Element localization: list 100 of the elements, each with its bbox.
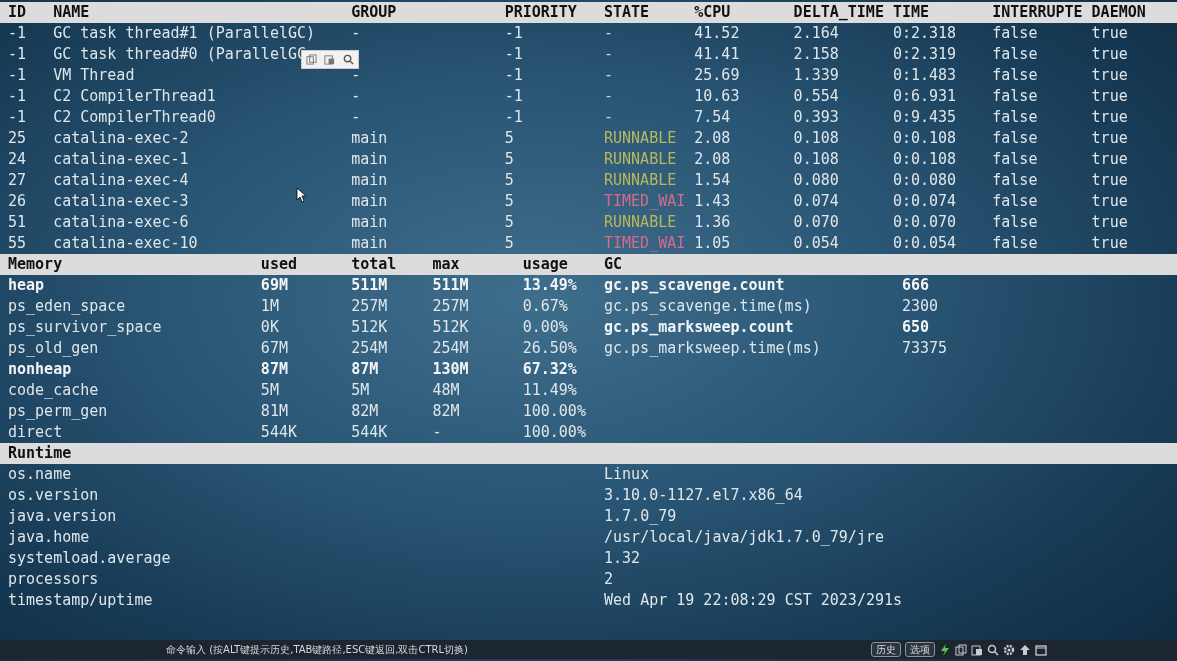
table-cell: 257M bbox=[432, 296, 469, 317]
table-cell: 0.074 bbox=[793, 191, 839, 212]
search-icon[interactable] bbox=[987, 643, 999, 656]
table-cell: 5M bbox=[351, 380, 370, 401]
table-cell: os.version bbox=[8, 485, 99, 506]
table-cell: false bbox=[992, 170, 1038, 191]
table-cell: 0.554 bbox=[793, 86, 839, 107]
table-cell: true bbox=[1091, 212, 1128, 233]
table-cell: systemload.average bbox=[8, 548, 171, 569]
table-cell: -1 bbox=[8, 65, 27, 86]
table-cell: - bbox=[351, 107, 361, 128]
table-cell: - bbox=[351, 23, 361, 44]
table-cell: 5 bbox=[504, 233, 514, 254]
window-icon[interactable] bbox=[1035, 643, 1047, 656]
table-cell: GC task thread#1 (ParallelGC) bbox=[53, 23, 316, 44]
column-header: PRIORITY bbox=[504, 2, 578, 23]
toolbar-button[interactable]: 历史 bbox=[871, 642, 901, 657]
table-cell: gc.ps_marksweep.time(ms) bbox=[604, 338, 821, 359]
table-cell: true bbox=[1091, 149, 1128, 170]
column-header: GROUP bbox=[351, 2, 398, 23]
table-cell: true bbox=[1091, 107, 1128, 128]
table-cell: true bbox=[1091, 65, 1128, 86]
table-cell: 0:1.483 bbox=[892, 65, 957, 86]
table-cell: 11.49% bbox=[522, 380, 577, 401]
table-cell: true bbox=[1091, 86, 1128, 107]
table-cell: false bbox=[992, 44, 1038, 65]
table-cell: catalina-exec-3 bbox=[53, 191, 189, 212]
table-cell: 26.50% bbox=[522, 338, 577, 359]
toolbar-button[interactable]: 选项 bbox=[905, 642, 935, 657]
table-cell: 81M bbox=[260, 401, 288, 422]
command-hint: 命令输入 (按ALT键提示历史,TAB键路径,ESC键返回,双击CTRL切换) bbox=[166, 642, 469, 657]
column-header: DAEMON bbox=[1091, 2, 1147, 23]
table-cell: main bbox=[351, 149, 388, 170]
table-cell: 0K bbox=[260, 317, 279, 338]
table-cell: 0.070 bbox=[793, 212, 839, 233]
thread-state: RUNNABLE bbox=[604, 170, 677, 191]
table-cell: 1.7.0_79 bbox=[604, 506, 677, 527]
table-cell: main bbox=[351, 191, 388, 212]
table-cell: -1 bbox=[8, 44, 27, 65]
table-cell: os.name bbox=[8, 464, 72, 485]
thread-state: - bbox=[604, 107, 613, 128]
table-cell: true bbox=[1091, 233, 1128, 254]
table-cell: true bbox=[1091, 128, 1128, 149]
table-cell: catalina-exec-1 bbox=[53, 149, 189, 170]
table-cell: main bbox=[351, 212, 388, 233]
table-cell: -1 bbox=[504, 86, 523, 107]
table-cell: 544K bbox=[351, 422, 388, 443]
table-cell: 650 bbox=[902, 317, 930, 338]
table-cell: 254M bbox=[351, 338, 388, 359]
table-cell: 87M bbox=[351, 359, 379, 380]
table-cell: 5M bbox=[260, 380, 279, 401]
table-cell: Wed Apr 19 22:08:29 CST 2023/291s bbox=[604, 590, 903, 611]
table-cell: catalina-exec-4 bbox=[53, 170, 189, 191]
table-cell: 511M bbox=[432, 275, 469, 296]
table-cell: 0:0.074 bbox=[892, 191, 957, 212]
up-arrow-icon[interactable] bbox=[1019, 643, 1031, 656]
thread-state: - bbox=[604, 65, 613, 86]
table-cell: 0.054 bbox=[793, 233, 839, 254]
table-cell: 2.08 bbox=[694, 149, 731, 170]
table-cell: 0:0.108 bbox=[892, 128, 957, 149]
table-cell: -1 bbox=[8, 107, 27, 128]
table-cell: 0.108 bbox=[793, 128, 839, 149]
table-cell: heap bbox=[8, 275, 45, 296]
table-cell: 0:6.931 bbox=[892, 86, 957, 107]
column-header: TIME bbox=[892, 2, 931, 23]
table-cell: 2300 bbox=[902, 296, 939, 317]
column-header: total bbox=[351, 254, 398, 275]
copy-icon[interactable] bbox=[305, 54, 317, 65]
table-cell: 1.05 bbox=[694, 233, 731, 254]
table-cell: 130M bbox=[432, 359, 469, 380]
table-cell: processors bbox=[8, 569, 99, 590]
thread-state: - bbox=[604, 44, 613, 65]
table-cell: gc.ps_scavenge.time(ms) bbox=[604, 296, 812, 317]
table-cell: 25 bbox=[8, 128, 27, 149]
table-cell: 666 bbox=[902, 275, 930, 296]
table-cell: -1 bbox=[504, 65, 523, 86]
paste-icon[interactable] bbox=[971, 643, 983, 656]
search-icon[interactable] bbox=[343, 54, 355, 65]
column-header: STATE bbox=[604, 2, 651, 23]
table-cell: 25.69 bbox=[694, 65, 740, 86]
column-header: usage bbox=[522, 254, 569, 275]
table-cell: java.version bbox=[8, 506, 117, 527]
thread-state: - bbox=[604, 23, 613, 44]
table-cell: 0.108 bbox=[793, 149, 839, 170]
column-header: INTERRUPTE bbox=[992, 2, 1084, 23]
table-cell: false bbox=[992, 86, 1038, 107]
settings-icon[interactable] bbox=[1003, 643, 1015, 656]
table-cell: 5 bbox=[504, 170, 514, 191]
table-cell: 0:0.080 bbox=[892, 170, 957, 191]
table-cell: false bbox=[992, 65, 1038, 86]
table-cell: 254M bbox=[432, 338, 469, 359]
table-cell: -1 bbox=[8, 86, 27, 107]
table-cell: -1 bbox=[504, 44, 523, 65]
table-cell: 1M bbox=[260, 296, 279, 317]
table-cell: /usr/local/java/jdk1.7.0_79/jre bbox=[604, 527, 884, 548]
lightning-icon[interactable] bbox=[939, 643, 951, 656]
table-cell: VM Thread bbox=[53, 65, 135, 86]
table-cell: 10.63 bbox=[694, 86, 740, 107]
table-cell: gc.ps_marksweep.count bbox=[604, 317, 794, 338]
copy-icon[interactable] bbox=[955, 643, 967, 656]
